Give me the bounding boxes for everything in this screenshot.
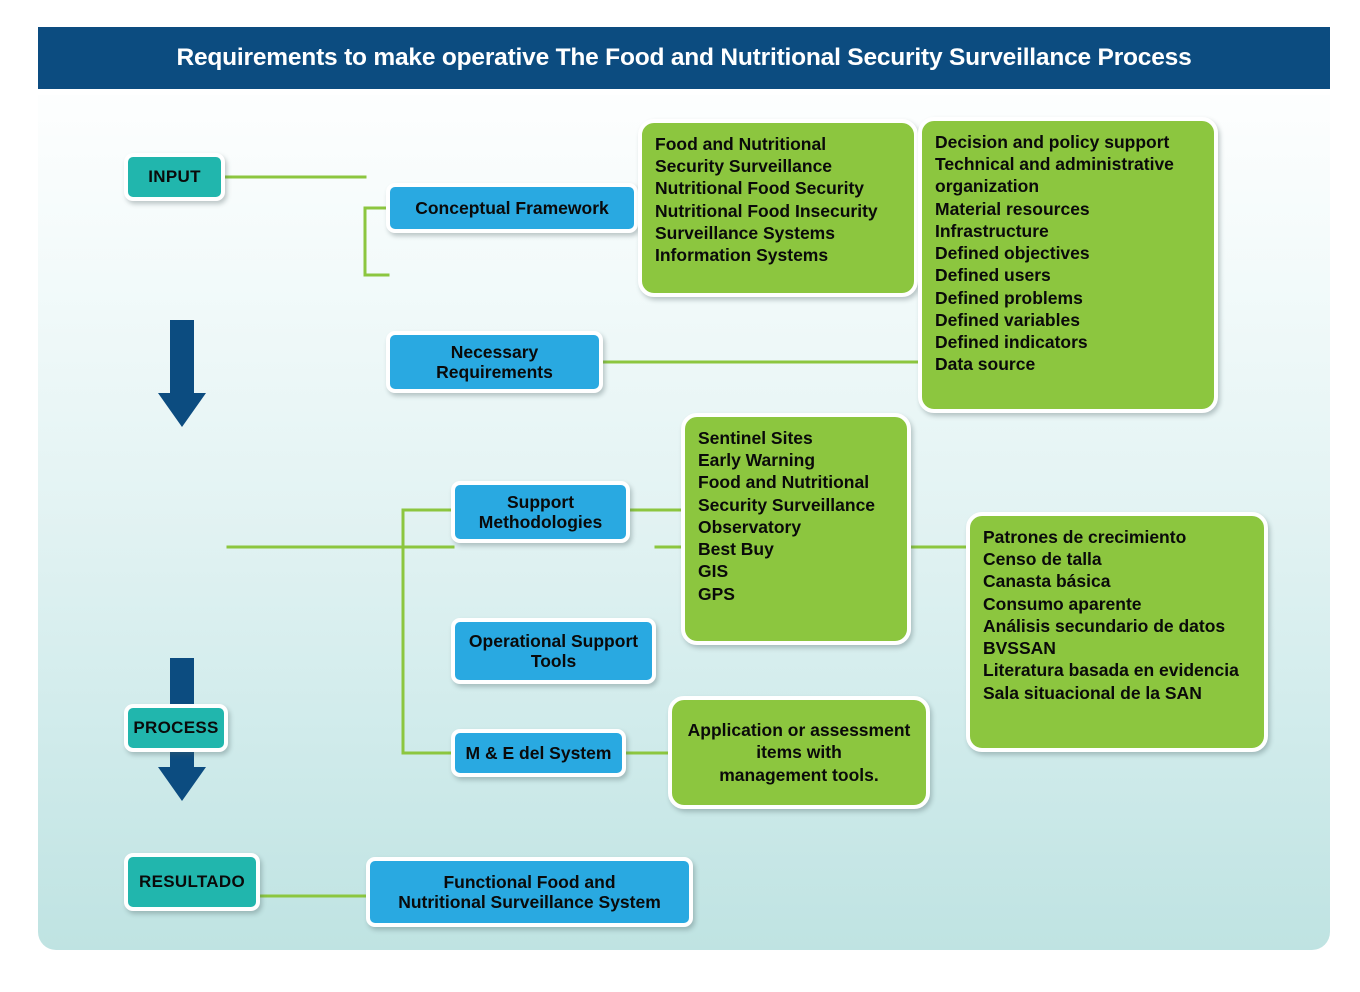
green-box-support-methodologies-list: Sentinel Sites Early Warning Food and Nutr… [698,427,894,605]
green-list-item: Information Systems [655,245,829,266]
node-operational-support-tools[interactable]: Operational Support Tools [451,618,656,684]
green-list-item: Defined users [935,265,1051,286]
node-support-methodologies-label-line2: Methodologies [478,512,603,532]
node-me-del-system-label: M & E del System [465,742,612,763]
green-box-support-methodologies: Sentinel Sites Early Warning Food and Nutr… [681,413,911,645]
green-list-item: Data source [935,354,1036,375]
green-list-item: Best Buy [698,539,774,560]
green-list-item: Security Surveillance [698,494,876,515]
green-list-item: Análisis secundario de datos [983,615,1226,636]
green-box-conceptual-framework-list: Food and Nutritional Security Surveillanc… [655,133,901,266]
node-necessary-requirements-label-line1: Necessary [450,341,539,362]
green-list-item: Canasta básica [983,571,1111,592]
stage-node-resultado[interactable]: RESULTADO [124,853,260,911]
green-box-me-del-system-list: Application or assessment items with manag… [685,719,913,786]
green-list-item: Infrastructure [935,220,1049,241]
green-list-item: Sala situacional de la SAN [983,682,1202,703]
green-list-item: Nutritional Food Security [655,178,865,199]
green-list-item: Defined variables [935,309,1080,330]
diagram-canvas: INPUT Conceptual Framework Necessary Req… [38,95,1330,950]
green-list-item: BVSSAN [983,638,1056,659]
node-operational-support-tools-label-line1: Operational Support [468,630,639,651]
node-necessary-requirements[interactable]: Necessary Requirements [386,331,603,393]
node-necessary-requirements-label-line2: Requirements [436,362,553,382]
green-list-item: Security Surveillance [655,156,833,177]
green-box-necessary-requirements: Decision and policy support Technical and… [918,117,1218,413]
green-list-item: Food and Nutritional [698,472,870,493]
green-list-item: Sentinel Sites [698,428,813,448]
green-list-item: Defined problems [935,287,1083,308]
green-box-necessary-requirements-list: Decision and policy support Technical and… [935,131,1201,375]
green-list-item: management tools. [719,764,879,785]
green-list-item: Surveillance Systems [655,222,835,243]
node-conceptual-framework[interactable]: Conceptual Framework [386,183,638,233]
green-list-item: Decision and policy support [935,132,1170,152]
node-functional-surveillance-system-label-line2: Nutritional Surveillance System [398,892,661,912]
node-functional-surveillance-system-label-line1: Functional Food and [443,871,616,892]
node-support-methodologies-label-line1: Support [506,491,575,512]
diagram-root: Requirements to make operative The Food … [0,0,1360,992]
green-list-item: Application or assessment [687,720,911,741]
header-bar: Requirements to make operative The Food … [38,27,1330,89]
green-list-item: GIS [698,561,729,582]
stage-node-input-label: INPUT [148,167,201,187]
green-list-item: Censo de talla [983,549,1102,570]
stage-node-resultado-label: RESULTADO [139,872,245,892]
node-conceptual-framework-label: Conceptual Framework [415,197,609,218]
node-me-del-system[interactable]: M & E del System [451,729,626,777]
green-list-item: items with [756,742,842,763]
green-list-item: Literatura basada en evidencia [983,660,1239,681]
green-list-item: Observatory [698,516,802,537]
stage-node-process-label: PROCESS [133,718,219,738]
green-box-operational-support-tools: Patrones de crecimiento Censo de talla Can… [966,512,1268,752]
node-functional-surveillance-system[interactable]: Functional Food and Nutritional Surveill… [366,857,693,927]
green-box-operational-support-tools-list: Patrones de crecimiento Censo de talla Can… [983,526,1251,704]
green-list-item: GPS [698,583,735,604]
arrow-input-to-process [158,320,206,427]
green-list-item: Material resources [935,198,1090,219]
green-list-item: organization [935,176,1040,197]
stage-node-input[interactable]: INPUT [124,153,225,201]
green-box-conceptual-framework: Food and Nutritional Security Surveillanc… [638,119,918,297]
green-list-item: Patrones de crecimiento [983,527,1187,547]
page-title: Requirements to make operative The Food … [176,44,1192,71]
green-box-me-del-system: Application or assessment items with manag… [668,696,930,809]
green-list-item: Early Warning [698,450,816,471]
green-list-item: Defined indicators [935,331,1088,352]
green-list-item: Consumo aparente [983,593,1142,614]
green-list-item: Food and Nutritional [655,134,827,154]
node-support-methodologies[interactable]: Support Methodologies [451,481,630,543]
green-list-item: Technical and administrative [935,154,1174,175]
node-operational-support-tools-label-line2: Tools [530,651,577,671]
green-list-item: Nutritional Food Insecurity [655,200,878,221]
green-list-item: Defined objectives [935,243,1090,264]
stage-node-process[interactable]: PROCESS [124,704,228,752]
